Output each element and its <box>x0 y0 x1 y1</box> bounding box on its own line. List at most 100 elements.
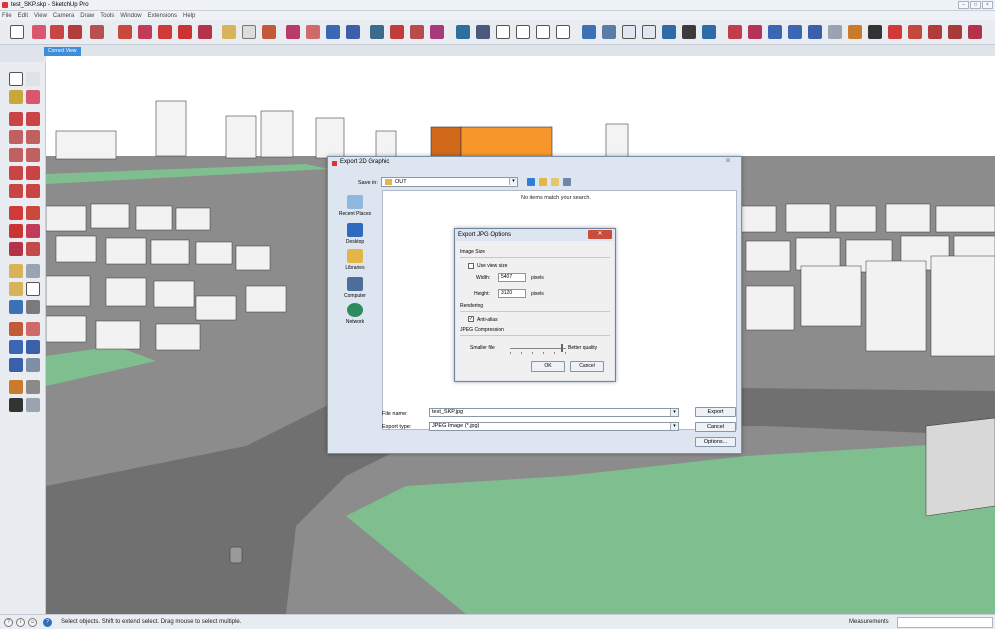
geo-location-status-icon[interactable]: ? <box>4 618 13 627</box>
shaded-style-icon[interactable] <box>662 25 676 39</box>
orbit-icon[interactable] <box>9 322 23 336</box>
front-view-icon[interactable] <box>496 25 510 39</box>
previous-icon[interactable] <box>26 358 40 372</box>
dimension-icon[interactable] <box>26 264 40 278</box>
layout-icon[interactable] <box>430 25 444 39</box>
maximize-button[interactable]: □ <box>970 1 981 9</box>
components-icon[interactable] <box>390 25 404 39</box>
section-plane-icon[interactable] <box>26 398 40 412</box>
save-in-dropdown[interactable]: OUT ▾ <box>381 177 518 187</box>
chevron-down-icon[interactable]: ▾ <box>509 178 517 185</box>
follow-me-tool-icon[interactable] <box>138 25 152 39</box>
sandbox-icon[interactable] <box>928 25 942 39</box>
up-folder-icon[interactable] <box>539 178 547 186</box>
top-view-icon[interactable] <box>476 25 490 39</box>
section-plane-icon[interactable] <box>828 25 842 39</box>
zoom-tool-icon[interactable] <box>326 25 340 39</box>
3d-text-icon[interactable] <box>26 300 40 314</box>
place-recent-places[interactable]: Recent Places <box>332 195 378 217</box>
orbit-tool-icon[interactable] <box>286 25 300 39</box>
make-component-icon[interactable] <box>26 72 40 86</box>
rectangle-icon[interactable] <box>9 130 23 144</box>
position-camera-icon[interactable] <box>728 25 742 39</box>
walk-icon[interactable] <box>768 25 782 39</box>
place-libraries[interactable]: Libraries <box>332 249 378 271</box>
push-pull-icon[interactable] <box>26 206 40 220</box>
shape-tool-icon[interactable] <box>90 25 104 39</box>
xray-style-icon[interactable] <box>582 25 596 39</box>
axes-icon[interactable] <box>9 300 23 314</box>
use-view-size-checkbox[interactable] <box>468 263 474 269</box>
menu-help[interactable]: Help <box>183 13 195 19</box>
zoom-window-icon[interactable] <box>26 340 40 354</box>
pan-icon[interactable] <box>26 322 40 336</box>
close-window-button[interactable]: × <box>982 1 993 9</box>
menu-extensions[interactable]: Extensions <box>148 13 177 19</box>
two-point-arc-icon[interactable] <box>26 166 40 180</box>
slider-thumb[interactable] <box>560 344 563 352</box>
polygon-icon[interactable] <box>26 148 40 162</box>
previous-view-icon[interactable] <box>808 25 822 39</box>
monochrome-style-icon[interactable] <box>702 25 716 39</box>
circle-icon[interactable] <box>9 148 23 162</box>
minimize-button[interactable]: – <box>958 1 969 9</box>
pie-icon[interactable] <box>26 184 40 198</box>
arc-icon[interactable] <box>9 166 23 180</box>
export-button[interactable]: Export <box>695 407 736 417</box>
place-network[interactable]: Network <box>332 303 378 325</box>
help-icon[interactable]: ? <box>43 618 52 627</box>
measurements-input[interactable] <box>897 617 993 628</box>
back-icon[interactable] <box>527 178 535 186</box>
wireframe-style-icon[interactable] <box>622 25 636 39</box>
width-input[interactable]: 5407 <box>498 273 526 282</box>
menu-view[interactable]: View <box>34 13 47 19</box>
menu-camera[interactable]: Camera <box>53 13 74 19</box>
jpg-cancel-button[interactable]: Cancel <box>570 361 604 372</box>
place-desktop[interactable]: Desktop <box>332 223 378 245</box>
rotate-icon[interactable] <box>9 224 23 238</box>
user-icon[interactable]: ☺ <box>28 618 37 627</box>
zoom-extents-icon[interactable] <box>346 25 360 39</box>
view-menu-icon[interactable] <box>563 178 571 186</box>
move-tool-icon[interactable] <box>158 25 172 39</box>
dialog-close-button[interactable]: ☒ <box>722 158 734 166</box>
look-around-icon[interactable] <box>748 25 762 39</box>
hidden-line-style-icon[interactable] <box>642 25 656 39</box>
rotate-arrows-icon[interactable] <box>908 25 922 39</box>
walk-icon[interactable] <box>9 398 23 412</box>
position-camera-icon[interactable] <box>9 380 23 394</box>
back-view-icon[interactable] <box>536 25 550 39</box>
file-name-input[interactable]: test_SKP.jpg ▾ <box>429 408 679 417</box>
follow-me-icon[interactable] <box>26 224 40 238</box>
jpeg-quality-slider[interactable] <box>510 344 566 352</box>
right-view-icon[interactable] <box>516 25 530 39</box>
zoom-icon[interactable] <box>9 340 23 354</box>
menu-file[interactable]: File <box>2 13 12 19</box>
menu-draw[interactable]: Draw <box>80 13 94 19</box>
ok-button[interactable]: OK <box>531 361 565 372</box>
eraser-icon[interactable] <box>26 90 40 104</box>
eraser-tool-icon[interactable] <box>32 25 46 39</box>
arc-tool-icon[interactable] <box>68 25 82 39</box>
warehouse-icon[interactable] <box>370 25 384 39</box>
line-icon[interactable] <box>9 112 23 126</box>
extension-warehouse-icon[interactable] <box>410 25 424 39</box>
cancel-button[interactable]: Cancel <box>695 422 736 432</box>
move-arrows-icon[interactable] <box>888 25 902 39</box>
select-icon[interactable] <box>9 72 23 86</box>
menu-window[interactable]: Window <box>120 13 141 19</box>
height-input[interactable]: 3120 <box>498 289 526 298</box>
export-type-select[interactable]: JPEG Image (*.jpg) ▾ <box>429 422 679 431</box>
paint-bucket-icon[interactable] <box>262 25 276 39</box>
zoom-extents-icon[interactable] <box>9 358 23 372</box>
back-edges-style-icon[interactable] <box>602 25 616 39</box>
pan-tool-icon[interactable] <box>306 25 320 39</box>
menu-tools[interactable]: Tools <box>100 13 114 19</box>
footprints-icon[interactable] <box>868 25 882 39</box>
rotated-rectangle-icon[interactable] <box>26 130 40 144</box>
shaded-textures-style-icon[interactable] <box>682 25 696 39</box>
text-icon[interactable] <box>26 282 40 296</box>
new-folder-icon[interactable] <box>551 178 559 186</box>
line-tool-icon[interactable] <box>50 25 64 39</box>
chevron-down-icon[interactable]: ▾ <box>670 409 678 416</box>
